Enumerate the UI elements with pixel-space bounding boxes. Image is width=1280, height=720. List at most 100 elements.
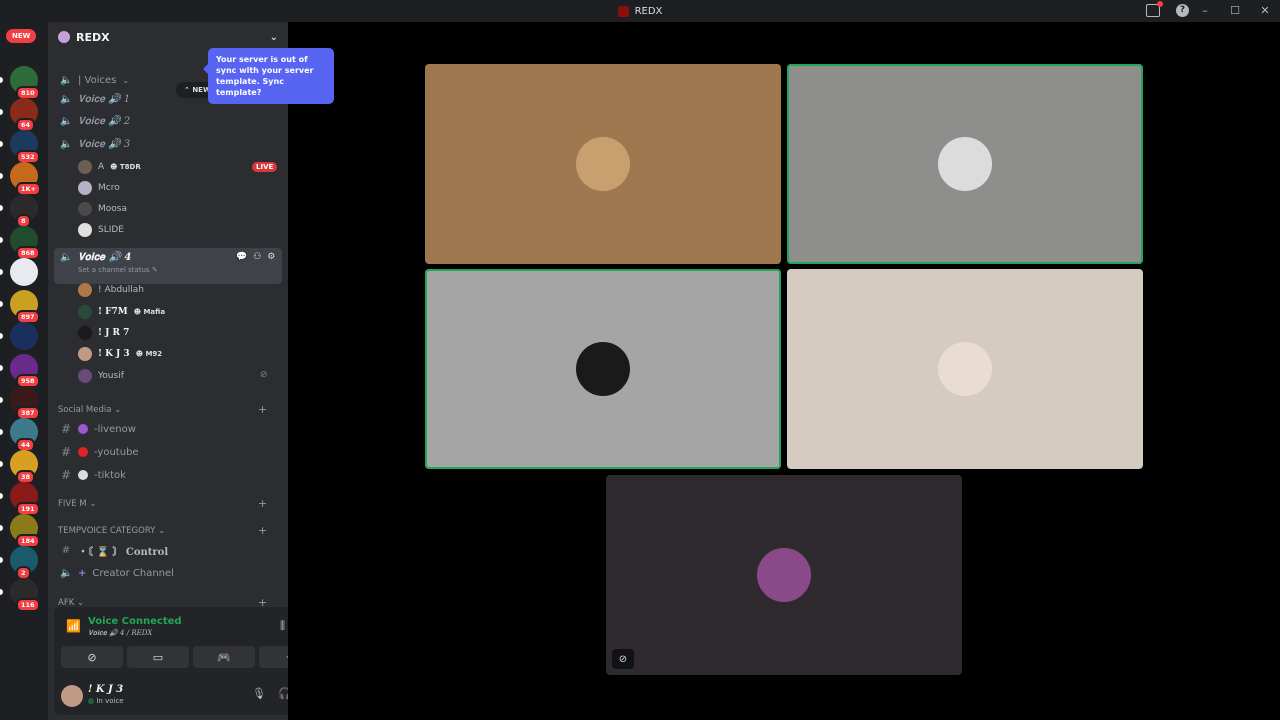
chevron-down-icon[interactable]: ⌄ bbox=[270, 32, 278, 43]
video-tile[interactable] bbox=[787, 269, 1143, 469]
avatar bbox=[78, 181, 92, 195]
maximize-button[interactable]: ☐ bbox=[1220, 0, 1250, 22]
channel-voice-3[interactable]: 🔈 𝐕𝐨𝐢𝐜𝐞 🔊 3 bbox=[54, 134, 282, 154]
activity-button[interactable]: 🎮 bbox=[193, 646, 255, 668]
server-icon[interactable]: 1K+ bbox=[10, 162, 42, 196]
channel-creator[interactable]: 🔈 + Creator Channel bbox=[54, 563, 282, 583]
server-icon[interactable]: 897 bbox=[10, 290, 40, 324]
voice-status[interactable]: Voice Connected bbox=[88, 616, 182, 627]
server-icon[interactable]: 184 bbox=[10, 514, 40, 548]
avatar bbox=[78, 160, 92, 174]
voice-channel-path[interactable]: 𝐕𝐨𝐢𝐜𝐞 🔊 4 / REDX bbox=[88, 629, 152, 638]
unread-indicator bbox=[0, 461, 3, 467]
speaker-icon: 🔈 bbox=[60, 74, 73, 86]
avatar[interactable] bbox=[61, 685, 83, 707]
unread-indicator bbox=[0, 173, 3, 179]
server-icon-image bbox=[10, 258, 38, 286]
member-name: ! F7M bbox=[98, 307, 128, 317]
server-icon[interactable] bbox=[10, 322, 38, 350]
unread-indicator bbox=[0, 589, 3, 595]
voice-member[interactable]: ! Abdullah bbox=[78, 281, 144, 299]
voice-member[interactable]: SLIDE bbox=[78, 221, 124, 239]
avatar bbox=[78, 326, 92, 340]
video-tile[interactable] bbox=[425, 269, 781, 469]
channel-status[interactable]: Set a channel status ✎ bbox=[78, 266, 158, 274]
member-name: A bbox=[98, 162, 105, 172]
video-tile[interactable] bbox=[425, 64, 781, 264]
server-icon[interactable]: 116 bbox=[10, 578, 40, 612]
server-icon[interactable]: 191 bbox=[10, 482, 40, 516]
member-name: ! Abdullah bbox=[98, 285, 144, 295]
voice-member[interactable]: ! F7M ☻ Mafia bbox=[78, 303, 165, 321]
chat-icon[interactable]: 💬 bbox=[236, 252, 247, 262]
unread-indicator bbox=[0, 109, 3, 115]
channel-voice-2[interactable]: 🔈 𝐕𝐨𝐢𝐜𝐞 🔊 2 bbox=[54, 111, 282, 131]
speaker-icon: 🔈 bbox=[60, 567, 73, 579]
server-icon[interactable]: 958 bbox=[10, 354, 40, 388]
hash-icon: # bbox=[60, 422, 72, 436]
video-tile[interactable]: ⊘ bbox=[606, 475, 962, 675]
inbox-icon[interactable] bbox=[1146, 1, 1163, 17]
server-icon[interactable]: 532 bbox=[10, 130, 40, 164]
minimize-button[interactable]: – bbox=[1190, 0, 1220, 22]
member-name: Yousif bbox=[98, 371, 124, 381]
speaker-icon: 🔈 bbox=[60, 138, 73, 150]
muted-icon: ⊘ bbox=[612, 649, 634, 669]
unread-count-badge: 116 bbox=[16, 598, 40, 612]
category-five-m[interactable]: FIVE M ⌄ + bbox=[58, 497, 267, 510]
add-member-icon[interactable]: ⚇ bbox=[253, 252, 261, 262]
server-icon[interactable] bbox=[10, 258, 38, 286]
server-icon[interactable]: 868 bbox=[10, 226, 40, 260]
add-channel-icon[interactable]: + bbox=[258, 497, 267, 510]
server-icon[interactable]: 8 bbox=[10, 194, 38, 228]
avatar bbox=[576, 342, 630, 396]
voice-member[interactable]: A ☻ T8DR bbox=[78, 158, 141, 176]
close-button[interactable]: ✕ bbox=[1250, 0, 1280, 22]
server-icon[interactable]: 44 bbox=[10, 418, 38, 452]
server-name: REDX bbox=[76, 30, 110, 44]
username[interactable]: ! K J 3 bbox=[88, 684, 123, 695]
microphone-icon[interactable]: 🎙 bbox=[252, 687, 266, 700]
gear-icon[interactable]: ⚙ bbox=[267, 252, 275, 262]
server-icon bbox=[58, 31, 70, 43]
avatar bbox=[757, 548, 811, 602]
member-tag: ☻ T8DR bbox=[110, 163, 141, 171]
channel-social-2[interactable]: # -tiktok bbox=[54, 465, 282, 485]
avatar bbox=[938, 137, 992, 191]
unread-indicator bbox=[0, 397, 3, 403]
unread-indicator bbox=[0, 365, 3, 371]
share-screen-button[interactable]: ▭ bbox=[127, 646, 189, 668]
add-channel-icon[interactable]: + bbox=[258, 524, 267, 537]
channel-dot-icon bbox=[78, 470, 88, 480]
toggle-camera-button[interactable]: ⊘ bbox=[61, 646, 123, 668]
category-tempvoice[interactable]: TEMPVOICE CATEGORY ⌄ + bbox=[58, 524, 267, 537]
server-icon[interactable]: 2 bbox=[10, 546, 38, 580]
add-channel-icon[interactable]: + bbox=[258, 403, 267, 416]
channel-social-1[interactable]: # -youtube bbox=[54, 442, 282, 462]
voice-member[interactable]: Mcro bbox=[78, 179, 120, 197]
voice-member[interactable]: Yousif bbox=[78, 367, 124, 385]
channel-control[interactable]: # ・〘 ⌛ 〙 Control bbox=[54, 540, 282, 560]
server-icon[interactable]: 38 bbox=[10, 450, 38, 484]
video-tile[interactable] bbox=[787, 64, 1143, 264]
avatar bbox=[576, 137, 630, 191]
voice-member[interactable]: ! K J 3 ☻ M92 bbox=[78, 345, 162, 363]
avatar bbox=[78, 223, 92, 237]
member-name: ! K J 3 bbox=[98, 349, 130, 359]
server-icon[interactable]: 810 bbox=[10, 66, 40, 100]
member-name: Mcro bbox=[98, 183, 120, 193]
category-social-media[interactable]: Social Media ⌄ + bbox=[58, 403, 267, 416]
unread-indicator bbox=[0, 237, 3, 243]
server-icon[interactable]: 64 bbox=[10, 98, 38, 132]
new-badge: NEW bbox=[6, 29, 37, 43]
channel-social-0[interactable]: # -livenow bbox=[54, 419, 282, 439]
window-title: REDX bbox=[634, 5, 663, 17]
voice-member[interactable]: Moosa bbox=[78, 200, 127, 218]
help-icon[interactable]: ? bbox=[1176, 4, 1189, 17]
unread-indicator bbox=[0, 557, 3, 563]
voice-member[interactable]: ! J R 7 bbox=[78, 324, 129, 342]
signal-icon[interactable]: 📶 bbox=[66, 619, 81, 633]
server-icon[interactable]: 387 bbox=[10, 386, 40, 420]
noise-suppression-icon[interactable]: ⫼ bbox=[280, 619, 285, 633]
template-sync-tooltip[interactable]: Your server is out of sync with your ser… bbox=[203, 48, 334, 104]
